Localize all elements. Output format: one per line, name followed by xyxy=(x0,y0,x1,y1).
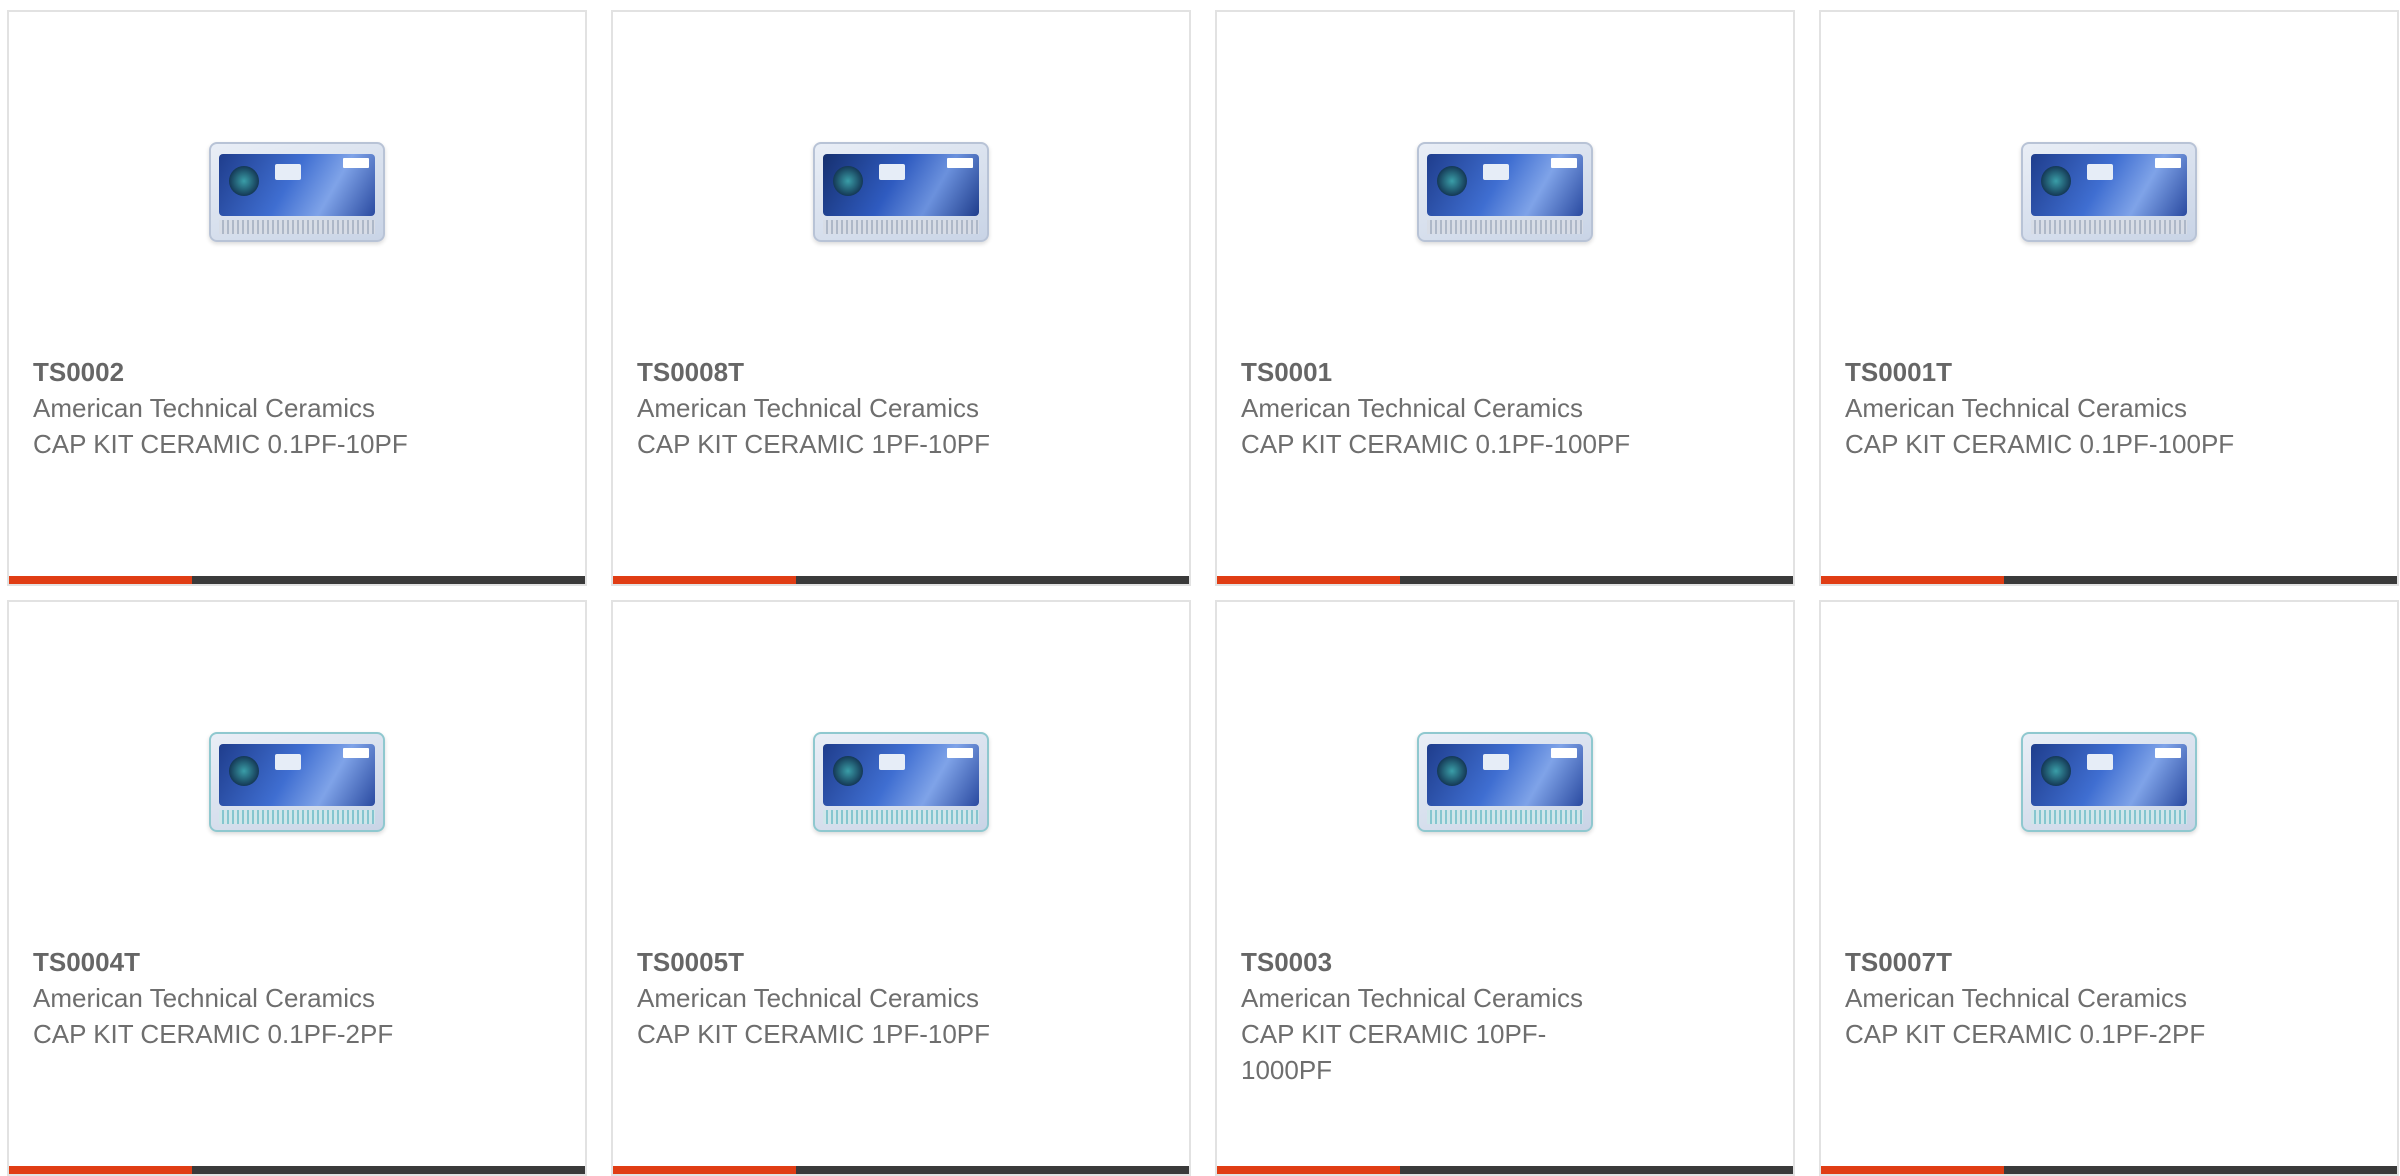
capacitor-kit-image xyxy=(1417,142,1593,242)
part-number-link[interactable]: TS0001T xyxy=(1845,354,2373,390)
part-number-link[interactable]: TS0003 xyxy=(1241,944,1769,980)
product-card[interactable]: TS0001 American Technical Ceramics CAP K… xyxy=(1215,10,1795,586)
card-accent-bar xyxy=(1821,1166,2004,1174)
card-accent-bar xyxy=(613,1166,796,1174)
manufacturer-name: American Technical Ceramics xyxy=(637,393,979,423)
part-number-link[interactable]: TS0002 xyxy=(33,354,561,390)
product-description: CAP KIT CERAMIC 0.1PF-100PF xyxy=(1845,429,2235,459)
capacitor-kit-image xyxy=(1417,732,1593,832)
card-footer-bar xyxy=(613,1166,1189,1174)
product-card[interactable]: TS0008T American Technical Ceramics CAP … xyxy=(611,10,1191,586)
product-image[interactable] xyxy=(1821,72,2397,312)
product-description: CAP KIT CERAMIC 10PF-1000PF xyxy=(1241,1019,1547,1085)
capacitor-kit-image xyxy=(2021,732,2197,832)
card-accent-bar xyxy=(9,576,192,584)
card-footer-bar xyxy=(1821,576,2397,584)
card-footer-bar xyxy=(9,1166,585,1174)
capacitor-kit-image xyxy=(209,732,385,832)
card-accent-bar xyxy=(9,1166,192,1174)
part-number-link[interactable]: TS0007T xyxy=(1845,944,2373,980)
product-description: CAP KIT CERAMIC 0.1PF-2PF xyxy=(33,1019,394,1049)
card-accent-bar xyxy=(1821,576,2004,584)
product-description: CAP KIT CERAMIC 0.1PF-10PF xyxy=(33,429,408,459)
product-image[interactable] xyxy=(613,72,1189,312)
product-grid: TS0002 American Technical Ceramics CAP K… xyxy=(7,10,2399,1176)
card-footer-bar xyxy=(613,576,1189,584)
card-footer-bar xyxy=(1217,1166,1793,1174)
product-card[interactable]: TS0003 American Technical Ceramics CAP K… xyxy=(1215,600,1795,1176)
product-image[interactable] xyxy=(1217,662,1793,902)
capacitor-kit-image xyxy=(813,732,989,832)
card-footer-bar xyxy=(1821,1166,2397,1174)
manufacturer-name: American Technical Ceramics xyxy=(637,983,979,1013)
product-image[interactable] xyxy=(1821,662,2397,902)
part-number-link[interactable]: TS0004T xyxy=(33,944,561,980)
product-description: CAP KIT CERAMIC 1PF-10PF xyxy=(637,1019,991,1049)
capacitor-kit-image xyxy=(813,142,989,242)
manufacturer-name: American Technical Ceramics xyxy=(1241,393,1583,423)
card-accent-bar xyxy=(1217,1166,1400,1174)
card-footer-bar xyxy=(1217,576,1793,584)
product-card[interactable]: TS0007T American Technical Ceramics CAP … xyxy=(1819,600,2399,1176)
product-image[interactable] xyxy=(9,72,585,312)
manufacturer-name: American Technical Ceramics xyxy=(1845,983,2187,1013)
card-footer-bar xyxy=(9,576,585,584)
capacitor-kit-image xyxy=(2021,142,2197,242)
capacitor-kit-image xyxy=(209,142,385,242)
manufacturer-name: American Technical Ceramics xyxy=(33,393,375,423)
product-card[interactable]: TS0005T American Technical Ceramics CAP … xyxy=(611,600,1191,1176)
product-description: CAP KIT CERAMIC 0.1PF-100PF xyxy=(1241,429,1631,459)
manufacturer-name: American Technical Ceramics xyxy=(33,983,375,1013)
product-card[interactable]: TS0002 American Technical Ceramics CAP K… xyxy=(7,10,587,586)
product-card[interactable]: TS0001T American Technical Ceramics CAP … xyxy=(1819,10,2399,586)
product-card[interactable]: TS0004T American Technical Ceramics CAP … xyxy=(7,600,587,1176)
manufacturer-name: American Technical Ceramics xyxy=(1241,983,1583,1013)
card-accent-bar xyxy=(613,576,796,584)
product-description: CAP KIT CERAMIC 0.1PF-2PF xyxy=(1845,1019,2206,1049)
card-accent-bar xyxy=(1217,576,1400,584)
manufacturer-name: American Technical Ceramics xyxy=(1845,393,2187,423)
product-image[interactable] xyxy=(9,662,585,902)
product-image[interactable] xyxy=(613,662,1189,902)
part-number-link[interactable]: TS0008T xyxy=(637,354,1165,390)
part-number-link[interactable]: TS0001 xyxy=(1241,354,1769,390)
product-image[interactable] xyxy=(1217,72,1793,312)
part-number-link[interactable]: TS0005T xyxy=(637,944,1165,980)
product-description: CAP KIT CERAMIC 1PF-10PF xyxy=(637,429,991,459)
